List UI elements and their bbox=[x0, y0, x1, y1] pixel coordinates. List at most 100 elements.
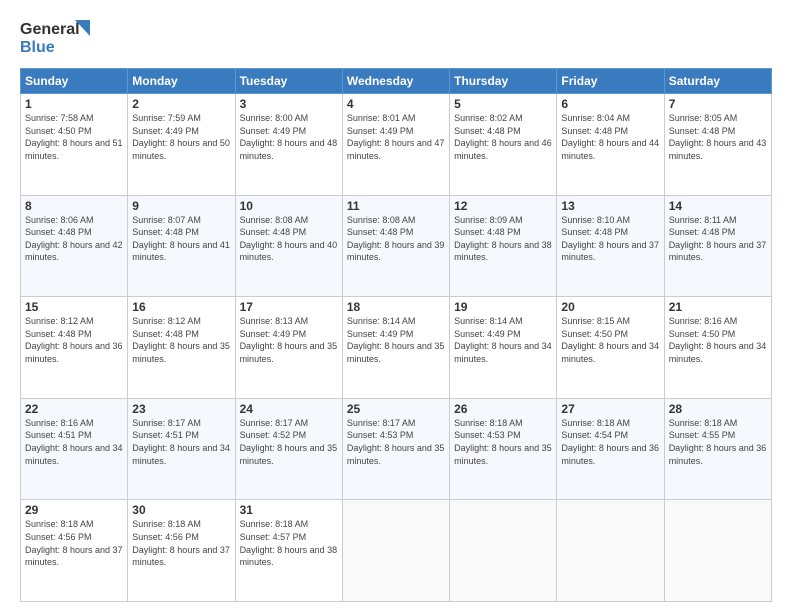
day-number: 30 bbox=[132, 503, 230, 517]
day-info: Sunrise: 8:08 AMSunset: 4:48 PMDaylight:… bbox=[240, 214, 338, 264]
day-info: Sunrise: 7:58 AMSunset: 4:50 PMDaylight:… bbox=[25, 112, 123, 162]
header: GeneralBlue bbox=[20, 16, 772, 60]
day-number: 13 bbox=[561, 199, 659, 213]
day-number: 21 bbox=[669, 300, 767, 314]
day-info: Sunrise: 8:11 AMSunset: 4:48 PMDaylight:… bbox=[669, 214, 767, 264]
calendar-day-8: 8Sunrise: 8:06 AMSunset: 4:48 PMDaylight… bbox=[21, 195, 128, 297]
day-number: 16 bbox=[132, 300, 230, 314]
calendar-day-21: 21Sunrise: 8:16 AMSunset: 4:50 PMDayligh… bbox=[664, 297, 771, 399]
calendar-day-31: 31Sunrise: 8:18 AMSunset: 4:57 PMDayligh… bbox=[235, 500, 342, 602]
day-info: Sunrise: 8:18 AMSunset: 4:57 PMDaylight:… bbox=[240, 518, 338, 568]
weekday-header-monday: Monday bbox=[128, 69, 235, 94]
calendar-day-29: 29Sunrise: 8:18 AMSunset: 4:56 PMDayligh… bbox=[21, 500, 128, 602]
day-info: Sunrise: 8:16 AMSunset: 4:51 PMDaylight:… bbox=[25, 417, 123, 467]
empty-day bbox=[664, 500, 771, 602]
weekday-header-thursday: Thursday bbox=[450, 69, 557, 94]
day-number: 25 bbox=[347, 402, 445, 416]
calendar-day-26: 26Sunrise: 8:18 AMSunset: 4:53 PMDayligh… bbox=[450, 398, 557, 500]
calendar-day-3: 3Sunrise: 8:00 AMSunset: 4:49 PMDaylight… bbox=[235, 94, 342, 196]
day-number: 20 bbox=[561, 300, 659, 314]
day-info: Sunrise: 8:18 AMSunset: 4:55 PMDaylight:… bbox=[669, 417, 767, 467]
calendar-day-24: 24Sunrise: 8:17 AMSunset: 4:52 PMDayligh… bbox=[235, 398, 342, 500]
calendar-day-25: 25Sunrise: 8:17 AMSunset: 4:53 PMDayligh… bbox=[342, 398, 449, 500]
calendar-day-2: 2Sunrise: 7:59 AMSunset: 4:49 PMDaylight… bbox=[128, 94, 235, 196]
empty-day bbox=[557, 500, 664, 602]
calendar-table: SundayMondayTuesdayWednesdayThursdayFrid… bbox=[20, 68, 772, 602]
calendar-day-18: 18Sunrise: 8:14 AMSunset: 4:49 PMDayligh… bbox=[342, 297, 449, 399]
day-info: Sunrise: 8:17 AMSunset: 4:52 PMDaylight:… bbox=[240, 417, 338, 467]
day-number: 12 bbox=[454, 199, 552, 213]
empty-day bbox=[342, 500, 449, 602]
weekday-header-row: SundayMondayTuesdayWednesdayThursdayFrid… bbox=[21, 69, 772, 94]
calendar-day-11: 11Sunrise: 8:08 AMSunset: 4:48 PMDayligh… bbox=[342, 195, 449, 297]
day-info: Sunrise: 8:18 AMSunset: 4:56 PMDaylight:… bbox=[132, 518, 230, 568]
day-info: Sunrise: 8:16 AMSunset: 4:50 PMDaylight:… bbox=[669, 315, 767, 365]
day-number: 29 bbox=[25, 503, 123, 517]
weekday-header-wednesday: Wednesday bbox=[342, 69, 449, 94]
day-info: Sunrise: 8:14 AMSunset: 4:49 PMDaylight:… bbox=[347, 315, 445, 365]
day-number: 26 bbox=[454, 402, 552, 416]
day-number: 15 bbox=[25, 300, 123, 314]
page: GeneralBlue SundayMondayTuesdayWednesday… bbox=[0, 0, 792, 612]
calendar-day-4: 4Sunrise: 8:01 AMSunset: 4:49 PMDaylight… bbox=[342, 94, 449, 196]
day-info: Sunrise: 8:18 AMSunset: 4:54 PMDaylight:… bbox=[561, 417, 659, 467]
calendar-day-16: 16Sunrise: 8:12 AMSunset: 4:48 PMDayligh… bbox=[128, 297, 235, 399]
day-info: Sunrise: 8:17 AMSunset: 4:53 PMDaylight:… bbox=[347, 417, 445, 467]
calendar-day-10: 10Sunrise: 8:08 AMSunset: 4:48 PMDayligh… bbox=[235, 195, 342, 297]
day-number: 27 bbox=[561, 402, 659, 416]
calendar-day-17: 17Sunrise: 8:13 AMSunset: 4:49 PMDayligh… bbox=[235, 297, 342, 399]
day-info: Sunrise: 8:17 AMSunset: 4:51 PMDaylight:… bbox=[132, 417, 230, 467]
day-info: Sunrise: 8:02 AMSunset: 4:48 PMDaylight:… bbox=[454, 112, 552, 162]
day-number: 17 bbox=[240, 300, 338, 314]
day-number: 14 bbox=[669, 199, 767, 213]
day-info: Sunrise: 8:12 AMSunset: 4:48 PMDaylight:… bbox=[132, 315, 230, 365]
weekday-header-saturday: Saturday bbox=[664, 69, 771, 94]
day-number: 2 bbox=[132, 97, 230, 111]
weekday-header-sunday: Sunday bbox=[21, 69, 128, 94]
weekday-header-friday: Friday bbox=[557, 69, 664, 94]
calendar-day-23: 23Sunrise: 8:17 AMSunset: 4:51 PMDayligh… bbox=[128, 398, 235, 500]
calendar-day-19: 19Sunrise: 8:14 AMSunset: 4:49 PMDayligh… bbox=[450, 297, 557, 399]
svg-text:Blue: Blue bbox=[20, 39, 55, 56]
calendar-day-9: 9Sunrise: 8:07 AMSunset: 4:48 PMDaylight… bbox=[128, 195, 235, 297]
calendar-week-2: 8Sunrise: 8:06 AMSunset: 4:48 PMDaylight… bbox=[21, 195, 772, 297]
calendar-week-5: 29Sunrise: 8:18 AMSunset: 4:56 PMDayligh… bbox=[21, 500, 772, 602]
day-info: Sunrise: 8:08 AMSunset: 4:48 PMDaylight:… bbox=[347, 214, 445, 264]
calendar-day-14: 14Sunrise: 8:11 AMSunset: 4:48 PMDayligh… bbox=[664, 195, 771, 297]
day-number: 9 bbox=[132, 199, 230, 213]
day-number: 10 bbox=[240, 199, 338, 213]
day-number: 5 bbox=[454, 97, 552, 111]
calendar-day-6: 6Sunrise: 8:04 AMSunset: 4:48 PMDaylight… bbox=[557, 94, 664, 196]
day-number: 6 bbox=[561, 97, 659, 111]
logo-svg: GeneralBlue bbox=[20, 16, 90, 60]
calendar-day-30: 30Sunrise: 8:18 AMSunset: 4:56 PMDayligh… bbox=[128, 500, 235, 602]
day-info: Sunrise: 8:15 AMSunset: 4:50 PMDaylight:… bbox=[561, 315, 659, 365]
calendar-week-3: 15 Sunrise: 8:12 AMSunset: 4:48 PMDayligh… bbox=[21, 297, 772, 399]
empty-day bbox=[450, 500, 557, 602]
day-number: 4 bbox=[347, 97, 445, 111]
day-number: 3 bbox=[240, 97, 338, 111]
day-info: Sunrise: 8:07 AMSunset: 4:48 PMDaylight:… bbox=[132, 214, 230, 264]
day-info: Sunrise: 7:59 AMSunset: 4:49 PMDaylight:… bbox=[132, 112, 230, 162]
day-info: Sunrise: 8:05 AMSunset: 4:48 PMDaylight:… bbox=[669, 112, 767, 162]
day-info: Sunrise: 8:13 AMSunset: 4:49 PMDaylight:… bbox=[240, 315, 338, 365]
day-info: Sunrise: 8:09 AMSunset: 4:48 PMDaylight:… bbox=[454, 214, 552, 264]
day-number: 23 bbox=[132, 402, 230, 416]
day-number: 18 bbox=[347, 300, 445, 314]
day-info: Sunrise: 8:10 AMSunset: 4:48 PMDaylight:… bbox=[561, 214, 659, 264]
day-info: Sunrise: 8:06 AMSunset: 4:48 PMDaylight:… bbox=[25, 214, 123, 264]
day-number: 22 bbox=[25, 402, 123, 416]
day-number: 8 bbox=[25, 199, 123, 213]
calendar-day-22: 22Sunrise: 8:16 AMSunset: 4:51 PMDayligh… bbox=[21, 398, 128, 500]
day-info: Sunrise: 8:18 AMSunset: 4:53 PMDaylight:… bbox=[454, 417, 552, 467]
day-number: 31 bbox=[240, 503, 338, 517]
day-info: Sunrise: 8:00 AMSunset: 4:49 PMDaylight:… bbox=[240, 112, 338, 162]
day-info: Sunrise: 8:18 AMSunset: 4:56 PMDaylight:… bbox=[25, 518, 123, 568]
calendar-day-15: 15Sunrise: 8:12 AMSunset: 4:48 PMDayligh… bbox=[21, 297, 128, 399]
calendar-day-13: 13Sunrise: 8:10 AMSunset: 4:48 PMDayligh… bbox=[557, 195, 664, 297]
day-info: Sunrise: 8:14 AMSunset: 4:49 PMDaylight:… bbox=[454, 315, 552, 365]
calendar-week-4: 22Sunrise: 8:16 AMSunset: 4:51 PMDayligh… bbox=[21, 398, 772, 500]
calendar-day-1: 1Sunrise: 7:58 AMSunset: 4:50 PMDaylight… bbox=[21, 94, 128, 196]
calendar-day-28: 28Sunrise: 8:18 AMSunset: 4:55 PMDayligh… bbox=[664, 398, 771, 500]
day-number: 28 bbox=[669, 402, 767, 416]
